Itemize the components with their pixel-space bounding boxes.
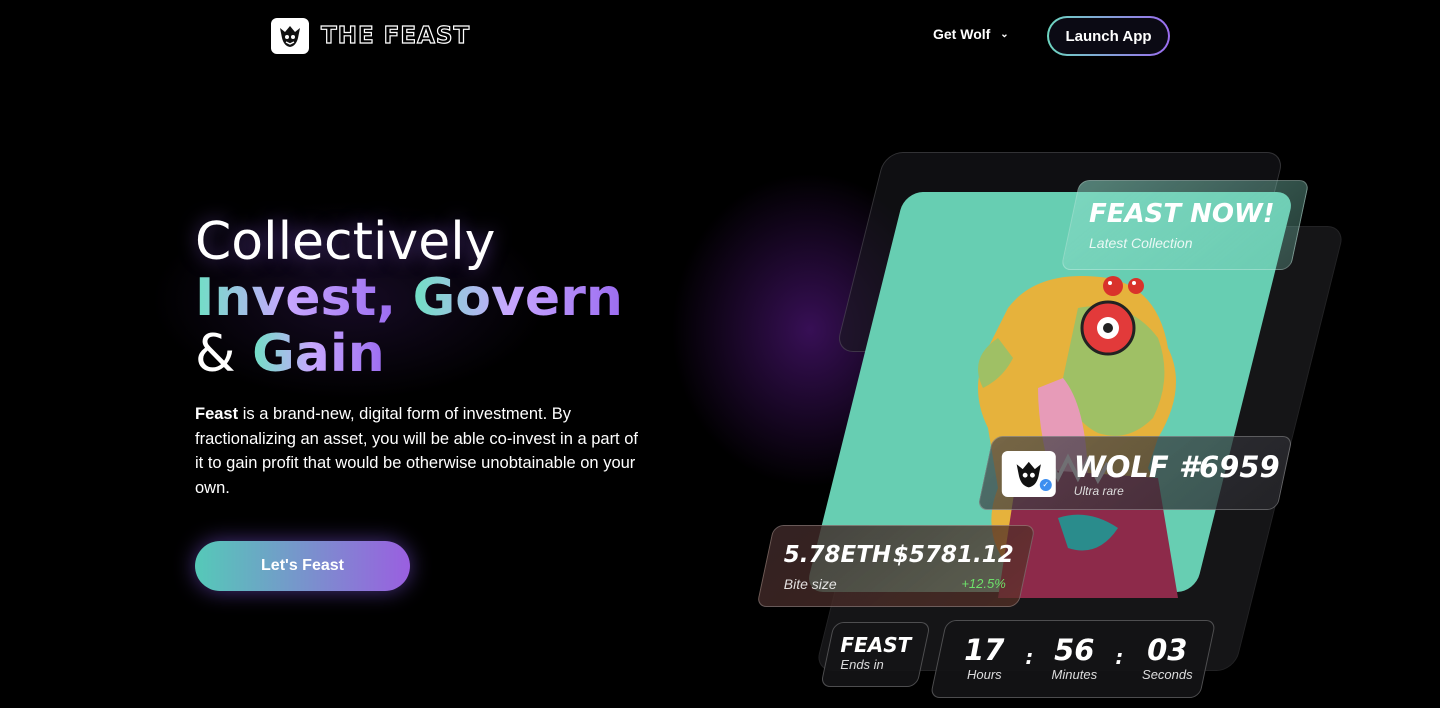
timer-minutes-label: Minutes xyxy=(1051,667,1098,682)
headline-line-1: Collectively xyxy=(195,212,496,272)
hero-description: Feast is a brand-new, digital form of in… xyxy=(195,402,645,500)
feast-ends-card: FEAST Ends in xyxy=(820,622,931,687)
description-text: is a brand-new, digital form of investme… xyxy=(195,405,638,497)
wolf-info-card[interactable]: ✓ WOLF #6959 Ultra rare xyxy=(977,436,1293,510)
headline-line-3: & Gain xyxy=(195,326,623,382)
headline-ampersand: & xyxy=(195,324,236,384)
timer-seconds-label: Seconds xyxy=(1142,667,1193,682)
price-row: 5.78ETH $5781.12 xyxy=(784,542,1014,568)
headline-invest: Invest, xyxy=(195,268,397,328)
headline-line-2: Invest, Govern xyxy=(195,270,623,326)
timer-hours-value: 17 xyxy=(964,633,1005,667)
get-wolf-dropdown[interactable]: Get Wolf ⌄ xyxy=(933,26,1009,42)
timer-hours: 17 Hours xyxy=(957,633,1011,682)
timer-separator: : xyxy=(1025,645,1034,669)
wolf-title: WOLF #6959 xyxy=(1073,450,1280,484)
timer-separator: : xyxy=(1115,645,1124,669)
lets-feast-button[interactable]: Let's Feast xyxy=(195,541,410,591)
get-wolf-label: Get Wolf xyxy=(933,26,991,42)
price-usd: $5781.12 xyxy=(893,542,1014,568)
description-bold: Feast xyxy=(195,405,239,423)
wolf-rarity: Ultra rare xyxy=(1073,484,1124,498)
launch-app-button[interactable]: Launch App xyxy=(1047,16,1170,56)
feast-now-title: FEAST NOW! xyxy=(1089,199,1275,229)
nft-showcase: FEAST NOW! Latest Collection ✓ WOLF #695… xyxy=(740,140,1346,708)
brand-logo[interactable] xyxy=(271,18,309,54)
price-card[interactable]: 5.78ETH $5781.12 Bite size +12.5% xyxy=(756,525,1036,607)
price-change: +12.5% xyxy=(961,576,1006,591)
wolf-avatar: ✓ xyxy=(1001,451,1056,497)
countdown-timer: 17 Hours : 56 Minutes : 03 Seconds xyxy=(929,620,1217,698)
timer-minutes-value: 56 xyxy=(1054,633,1095,667)
bite-size-label: Bite size xyxy=(783,576,837,592)
headline-gain: Gain xyxy=(252,324,385,384)
headline-govern: Govern xyxy=(412,268,623,328)
price-eth: 5.78ETH xyxy=(783,542,892,568)
feast-now-card[interactable]: FEAST NOW! Latest Collection xyxy=(1060,180,1310,270)
hero-headline: Collectively Invest, Govern & Gain xyxy=(195,214,623,382)
price-sub-row: Bite size +12.5% xyxy=(784,576,1014,592)
timer-hours-label: Hours xyxy=(966,667,1002,682)
timer-seconds: 03 Seconds xyxy=(1137,633,1197,682)
latest-collection-label: Latest Collection xyxy=(1089,235,1193,251)
wolf-logo-icon xyxy=(280,26,300,47)
verified-badge-icon: ✓ xyxy=(1039,479,1052,491)
ends-in-label: Ends in xyxy=(840,657,884,672)
ends-title: FEAST xyxy=(840,633,912,657)
chevron-down-icon: ⌄ xyxy=(1000,28,1009,40)
brand-name[interactable]: THE FEAST xyxy=(320,22,470,49)
timer-minutes: 56 Minutes xyxy=(1047,633,1101,682)
timer-seconds-value: 03 xyxy=(1147,633,1188,667)
